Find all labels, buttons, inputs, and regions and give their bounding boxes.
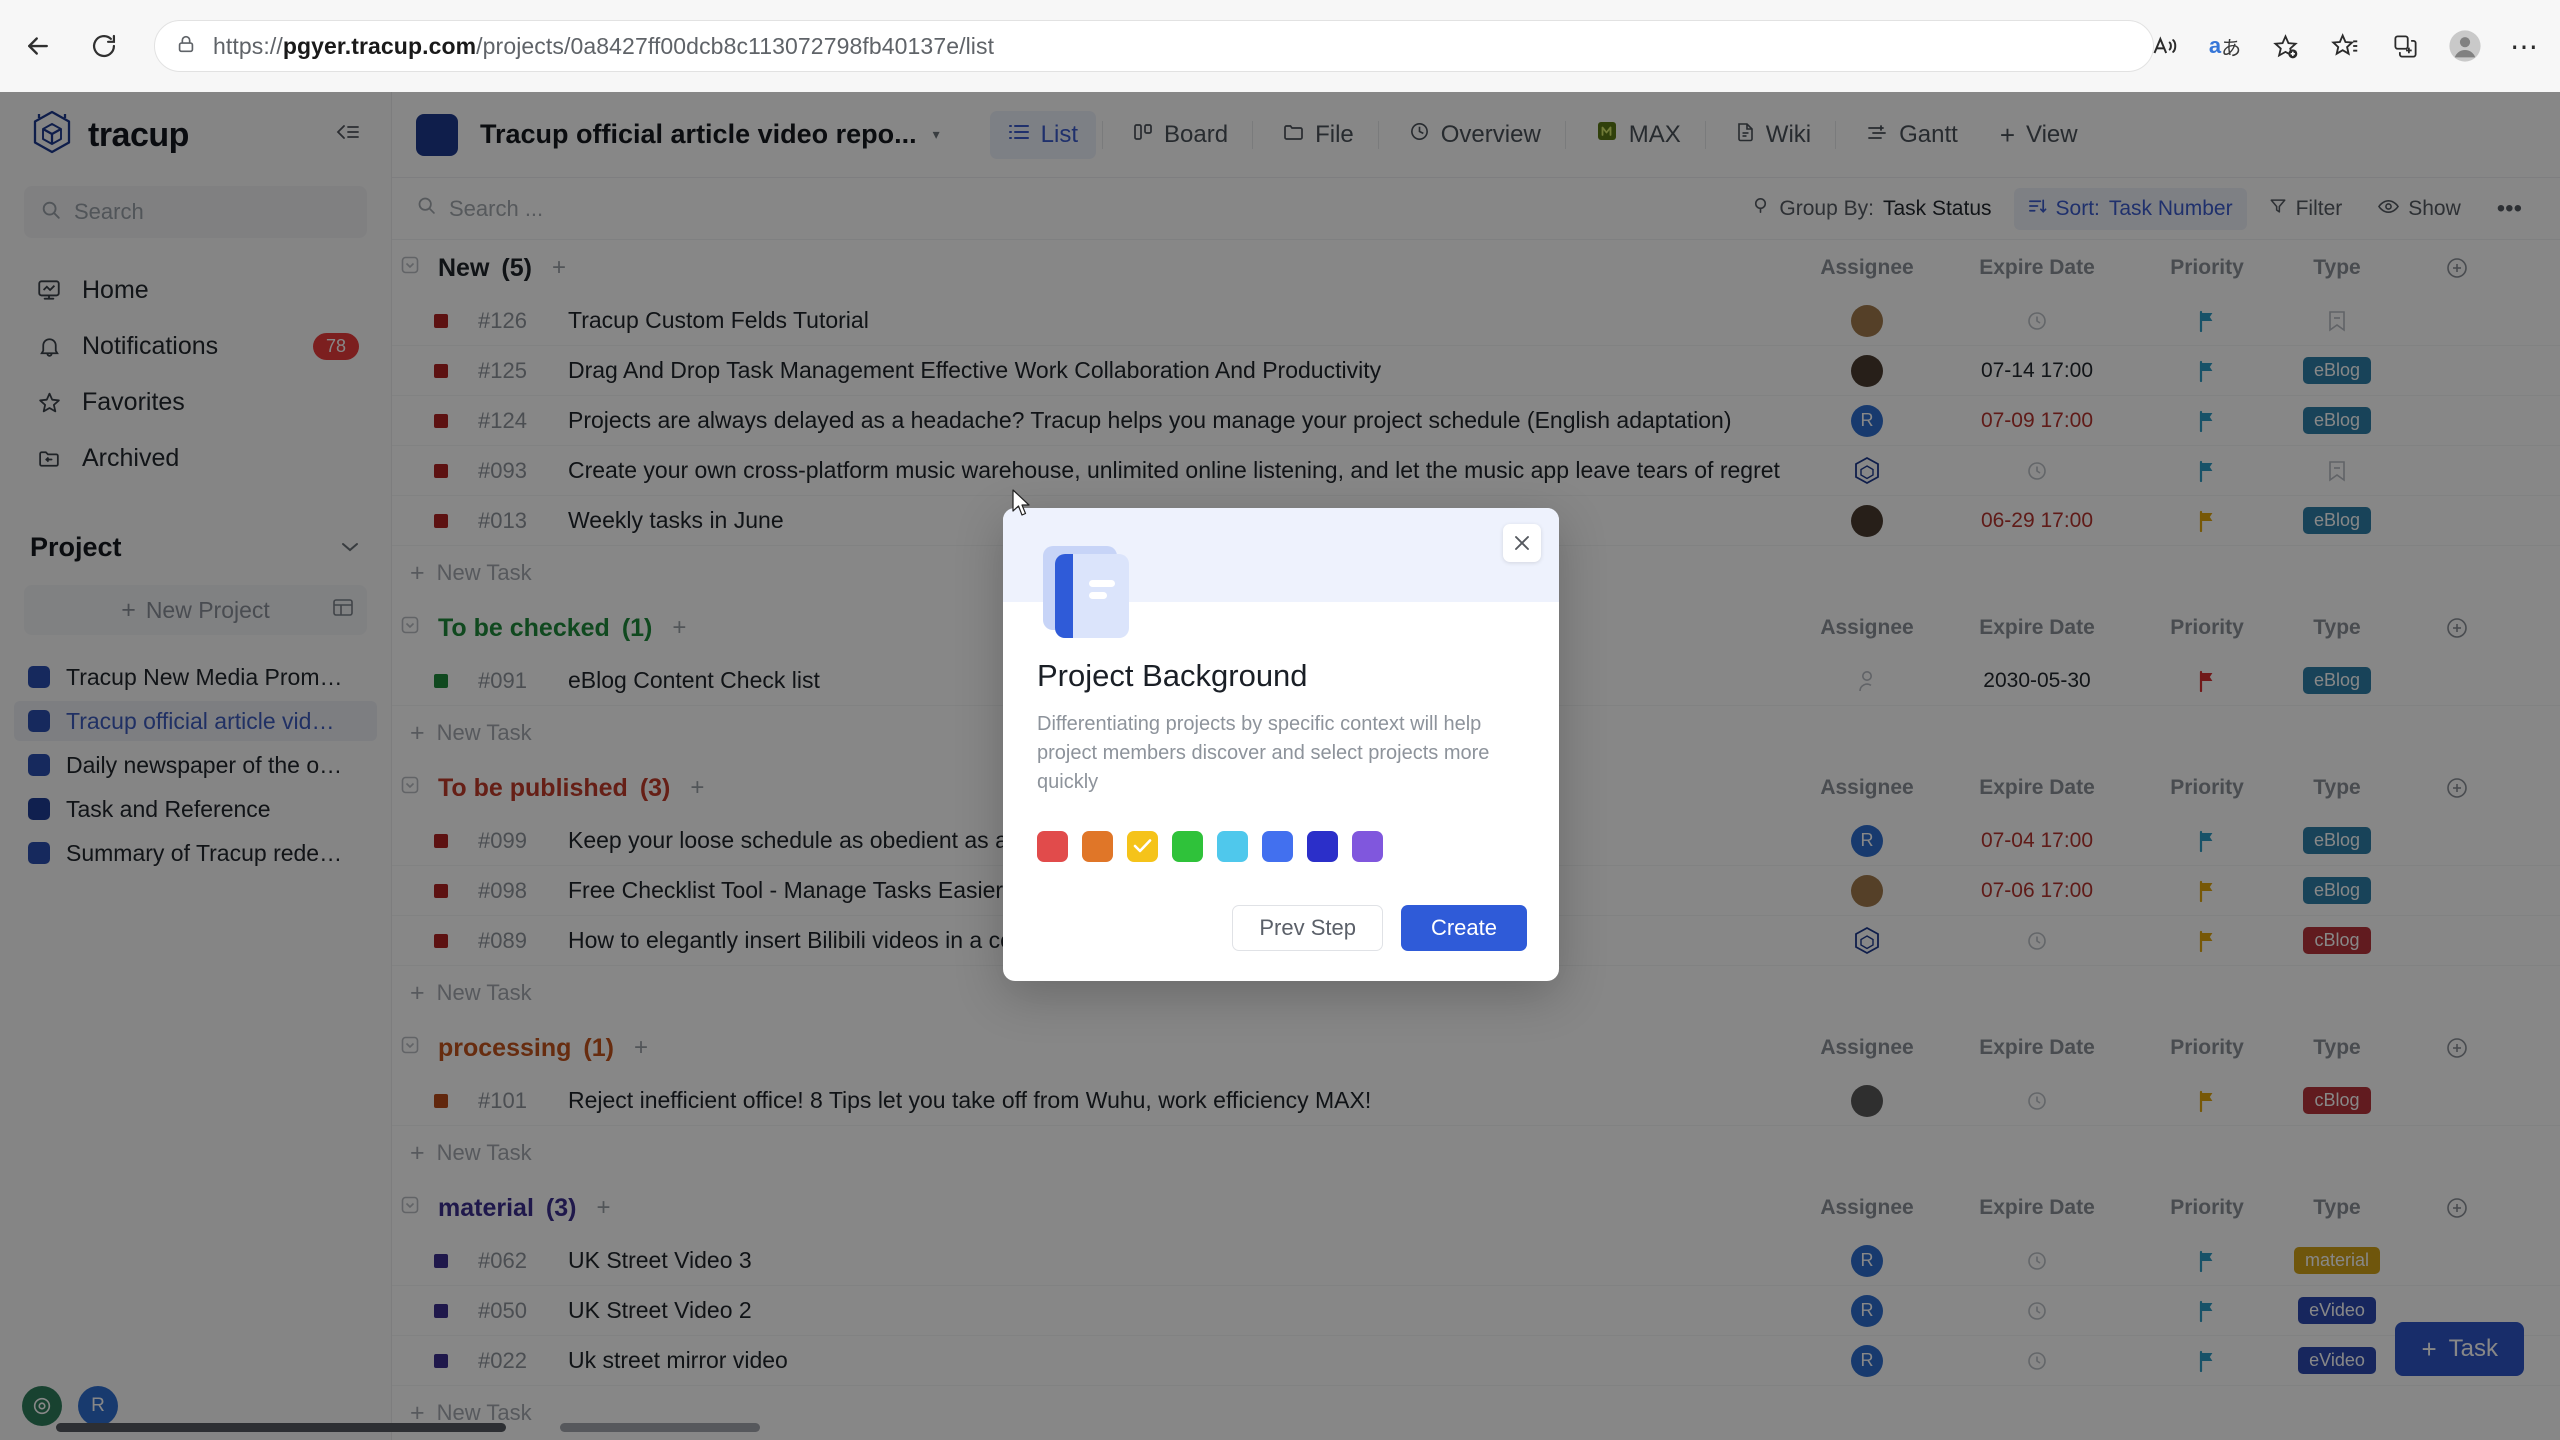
background-color-picker [1037, 831, 1525, 862]
dialog-title: Project Background [1037, 658, 1525, 694]
settings-more-icon[interactable]: ⋯ [2498, 19, 2552, 73]
horizontal-scrollbar[interactable] [56, 1423, 506, 1432]
browser-chrome: https://pgyer.tracup.com/projects/0a8427… [0, 0, 2560, 92]
reload-icon[interactable] [76, 18, 132, 74]
color-swatch-blue[interactable] [1262, 831, 1293, 862]
collections-icon[interactable] [2378, 19, 2432, 73]
address-bar[interactable]: https://pgyer.tracup.com/projects/0a8427… [154, 20, 2154, 72]
back-arrow-icon[interactable] [10, 18, 66, 74]
create-button[interactable]: Create [1401, 905, 1527, 951]
dialog-subtitle: Differentiating projects by specific con… [1037, 710, 1507, 797]
profile-icon[interactable] [2438, 19, 2492, 73]
browser-toolbar-right: aあ ⋯ [2138, 0, 2552, 92]
color-swatch-yellow-selected[interactable] [1127, 831, 1158, 862]
translate-icon[interactable]: aあ [2198, 19, 2252, 73]
project-background-dialog: Project Background Differentiating proje… [1003, 508, 1559, 981]
color-swatch-purple[interactable] [1352, 831, 1383, 862]
color-swatch-orange[interactable] [1082, 831, 1113, 862]
address-bar-url: https://pgyer.tracup.com/projects/0a8427… [213, 33, 994, 60]
lock-icon [175, 33, 197, 60]
color-swatch-cyan[interactable] [1217, 831, 1248, 862]
horizontal-scrollbar-secondary[interactable] [560, 1423, 760, 1432]
color-swatch-dark-blue[interactable] [1307, 831, 1338, 862]
favorites-icon[interactable] [2318, 19, 2372, 73]
dialog-banner [1003, 508, 1559, 602]
color-swatch-red[interactable] [1037, 831, 1068, 862]
close-icon[interactable] [1503, 524, 1541, 562]
color-swatch-green[interactable] [1172, 831, 1203, 862]
project-book-icon [1039, 542, 1133, 642]
check-icon [1133, 836, 1152, 857]
add-favorite-icon[interactable] [2258, 19, 2312, 73]
dialog-actions: Prev Step Create [1232, 905, 1527, 951]
read-aloud-icon[interactable] [2138, 19, 2192, 73]
prev-step-button[interactable]: Prev Step [1232, 905, 1383, 951]
mouse-cursor [1012, 489, 1034, 524]
